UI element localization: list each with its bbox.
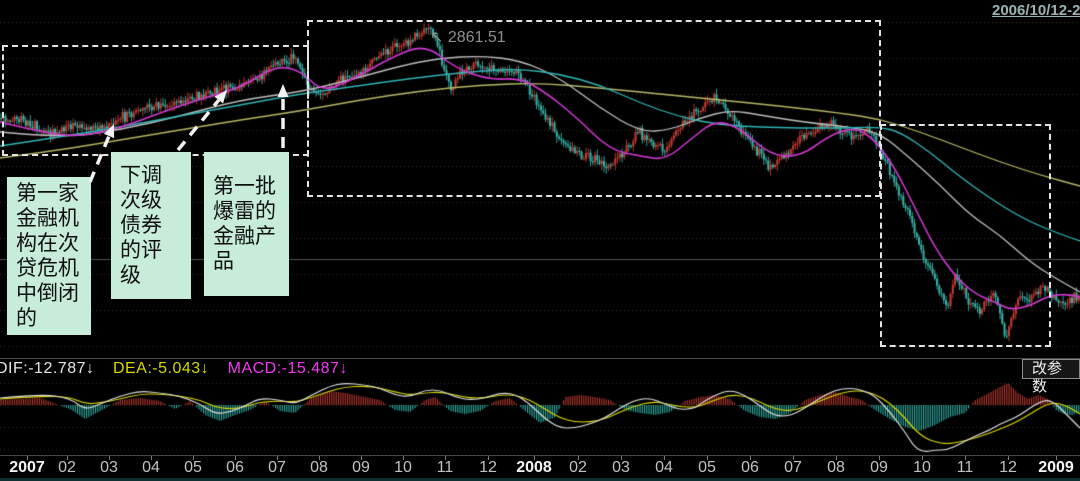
x-axis-label-07: 07 bbox=[255, 459, 299, 477]
highlight-box-2007-rally bbox=[2, 45, 309, 156]
annotation-text: 下调次级债券的评级 bbox=[111, 159, 191, 292]
x-axis-label-12: 12 bbox=[986, 459, 1030, 477]
x-axis-label-02: 02 bbox=[556, 459, 600, 477]
x-axis-label-10: 10 bbox=[900, 459, 944, 477]
date-range-link[interactable]: 2006/10/12-2 bbox=[992, 2, 1080, 19]
x-axis-label-05: 05 bbox=[171, 459, 215, 477]
highlight-box-2008-crash bbox=[880, 124, 1051, 347]
panel-divider bbox=[0, 358, 1080, 359]
dif-value-label: DIF:-12.787↓ bbox=[0, 360, 94, 377]
annotation-first-bank-failure: 第一家金融机构在次贷危机中倒闭的 bbox=[7, 177, 91, 335]
annotation-bond-downgrade: 下调次级债券的评级 bbox=[111, 152, 191, 299]
x-axis-label-05: 05 bbox=[685, 459, 729, 477]
x-axis-label-12: 12 bbox=[466, 459, 510, 477]
annotation-text: 第一批爆雷的金融产品 bbox=[204, 170, 288, 278]
highlight-box-2007-top bbox=[307, 20, 881, 197]
trading-app-screen: 2006/10/12-2 ↖ 2861.51 第一家金融机构在次贷危机中倒闭的 … bbox=[0, 0, 1080, 481]
x-axis-label-2009: 2009 bbox=[1034, 459, 1078, 477]
x-axis-label-09: 09 bbox=[339, 459, 383, 477]
x-axis-label-2008: 2008 bbox=[512, 459, 556, 477]
x-axis-label-2007: 2007 bbox=[5, 459, 49, 477]
x-axis-label-08: 08 bbox=[297, 459, 341, 477]
x-axis-label-03: 03 bbox=[599, 459, 643, 477]
macd-indicator-bar: DIF:-12.787↓ DEA:-5.043↓ MACD:-15.487↓ bbox=[0, 360, 1080, 378]
x-axis-label-03: 03 bbox=[87, 459, 131, 477]
annotation-text: 第一家金融机构在次贷危机中倒闭的 bbox=[7, 177, 91, 335]
annotation-first-blowup-products: 第一批爆雷的金融产品 bbox=[204, 152, 289, 296]
x-axis-label-10: 10 bbox=[381, 459, 425, 477]
x-axis-label-11: 11 bbox=[423, 459, 467, 477]
x-axis-label-06: 06 bbox=[728, 459, 772, 477]
dea-value-label: DEA:-5.043↓ bbox=[113, 360, 209, 377]
x-axis-label-11: 11 bbox=[943, 459, 987, 477]
macd-value-label: MACD:-15.487↓ bbox=[228, 360, 348, 377]
x-axis-label-08: 08 bbox=[814, 459, 858, 477]
x-axis-label-04: 04 bbox=[642, 459, 686, 477]
x-axis-label-06: 06 bbox=[213, 459, 257, 477]
x-axis-label-04: 04 bbox=[129, 459, 173, 477]
x-axis-label-02: 02 bbox=[45, 459, 89, 477]
x-axis-label-07: 07 bbox=[771, 459, 815, 477]
x-axis-label-09: 09 bbox=[857, 459, 901, 477]
change-parameters-button[interactable]: 改参数 bbox=[1022, 359, 1080, 379]
